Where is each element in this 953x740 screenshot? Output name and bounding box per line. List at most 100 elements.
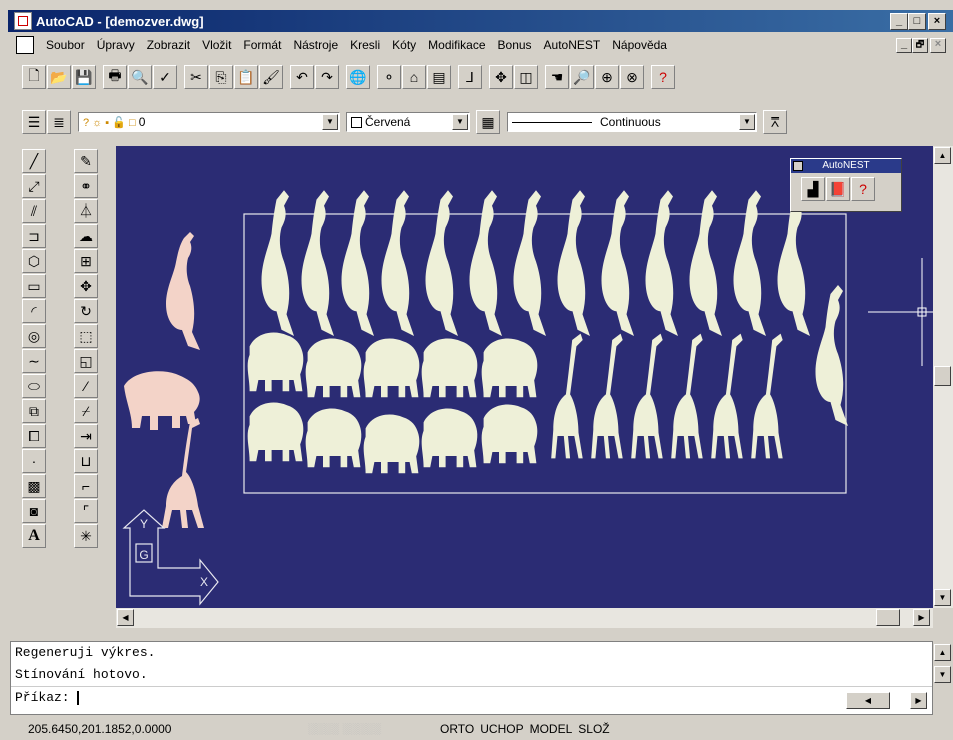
menu-koty[interactable]: Kóty [386, 38, 422, 52]
offset-icon[interactable]: ☁ [74, 224, 98, 248]
snap-grid-icon[interactable]: ▤ [427, 65, 451, 89]
polygon-icon[interactable]: ⬡ [22, 249, 46, 273]
multiline-icon[interactable]: ⫽ [22, 199, 46, 223]
linetype-dropdown-icon[interactable]: ▼ [739, 114, 755, 130]
pan-hand-icon[interactable]: ☚ [545, 65, 569, 89]
scroll-down-icon[interactable]: ▼ [934, 589, 951, 606]
spell-check-icon[interactable]: ✓ [153, 65, 177, 89]
status-model[interactable]: MODEL [530, 722, 573, 736]
copy-icon[interactable]: ⎘ [209, 65, 233, 89]
insert-block-icon[interactable]: ⧉ [22, 399, 46, 423]
close-button[interactable]: × [928, 13, 946, 30]
print-icon[interactable]: 🖶 [103, 65, 127, 89]
doc-close-button[interactable]: × [930, 38, 946, 53]
autonest-panel-title[interactable]: AutoNEST [791, 159, 901, 173]
break-icon[interactable]: ⊔ [74, 449, 98, 473]
doc-restore-button[interactable]: 🗗 [912, 38, 928, 53]
make-block-icon[interactable]: ⧠ [22, 424, 46, 448]
status-uchop[interactable]: UCHOP [480, 722, 523, 736]
help-icon[interactable]: ? [651, 65, 675, 89]
array-icon[interactable]: ⊞ [74, 249, 98, 273]
status-sloz[interactable]: SLOŽ [578, 722, 609, 736]
scroll-right-icon[interactable]: ▶ [913, 609, 930, 626]
menu-bonus[interactable]: Bonus [492, 38, 538, 52]
mirror-icon[interactable]: ⏃ [74, 199, 98, 223]
linetype-combo[interactable]: Continuous ▼ [507, 112, 757, 132]
fillet-icon[interactable]: ⌜ [74, 499, 98, 523]
horizontal-scrollbar[interactable]: ◀ ▶ [116, 608, 933, 628]
save-disk-icon[interactable]: 💾 [72, 65, 96, 89]
cut-scissors-icon[interactable]: ✂ [184, 65, 208, 89]
cmd-scroll-left-icon[interactable]: ◀ [846, 692, 890, 709]
rotate-icon[interactable]: ↻ [74, 299, 98, 323]
construction-line-icon[interactable]: ⤢ [22, 174, 46, 198]
command-prompt-line[interactable]: Příkaz: [11, 686, 932, 709]
chamfer-icon[interactable]: ⌐ [74, 474, 98, 498]
rectangle-icon[interactable]: ▭ [22, 274, 46, 298]
menu-nastroje[interactable]: Nástroje [287, 38, 344, 52]
autocad-app-icon[interactable] [14, 12, 32, 30]
pan-realtime-icon[interactable]: ✥ [489, 65, 513, 89]
spline-icon[interactable]: ∼ [22, 349, 46, 373]
autonest-help-icon[interactable]: ? [851, 177, 875, 201]
ucs-icon[interactable]: ⅃ [458, 65, 482, 89]
layers-icon[interactable]: ☰ [22, 110, 46, 134]
autonest-nest-icon[interactable]: ▟ [801, 177, 825, 201]
menu-modifikace[interactable]: Modifikace [422, 38, 491, 52]
command-window[interactable]: Regeneruji výkres. Stínování hotovo. Pří… [10, 641, 933, 715]
drawing-canvas[interactable]: Y G X [116, 146, 933, 608]
lineweight-icon[interactable]: ⩞ [763, 110, 787, 134]
aerial-view-icon[interactable]: ◫ [514, 65, 538, 89]
linetype-icon[interactable]: ▦ [476, 110, 500, 134]
menu-upravy[interactable]: Úpravy [91, 38, 141, 52]
menu-napoveda[interactable]: Nápověda [606, 38, 673, 52]
move-icon[interactable]: ✥ [74, 274, 98, 298]
scale-icon[interactable]: ⬚ [74, 324, 98, 348]
status-orto[interactable]: ORTO [440, 722, 474, 736]
maximize-button[interactable]: □ [908, 13, 926, 30]
menu-autonest[interactable]: AutoNEST [538, 38, 607, 52]
layer-combo[interactable]: ? ☼ ▪ 🔓 □ 0 ▼ [78, 112, 340, 132]
color-dropdown-icon[interactable]: ▼ [452, 114, 468, 130]
menu-zobrazit[interactable]: Zobrazit [141, 38, 196, 52]
hatch-icon[interactable]: ▩ [22, 474, 46, 498]
open-folder-icon[interactable]: 📂 [47, 65, 71, 89]
trim-icon[interactable]: ⌿ [74, 399, 98, 423]
hyperlink-globe-icon[interactable]: 🌐 [346, 65, 370, 89]
new-file-icon[interactable]: 🗋 [22, 65, 46, 89]
explode-icon[interactable]: ✳ [74, 524, 98, 548]
match-properties-brush-icon[interactable]: 🖌 [259, 65, 283, 89]
menu-vlozit[interactable]: Vložit [196, 38, 237, 52]
zoom-realtime-icon[interactable]: 🔎 [570, 65, 594, 89]
print-preview-icon[interactable]: 🔍 [128, 65, 152, 89]
arc-icon[interactable]: ◜ [22, 299, 46, 323]
minimize-button[interactable]: _ [890, 13, 908, 30]
undo-icon[interactable]: ↶ [290, 65, 314, 89]
autonest-toolbar-panel[interactable]: AutoNEST ▟ 📕 ? [790, 158, 902, 212]
ellipse-icon[interactable]: ⬭ [22, 374, 46, 398]
layer-dropdown-icon[interactable]: ▼ [322, 114, 338, 130]
doc-minimize-button[interactable]: _ [896, 38, 912, 53]
region-icon[interactable]: ◙ [22, 499, 46, 523]
copy-object-icon[interactable]: ⚭ [74, 174, 98, 198]
multiline-text-icon[interactable]: A [22, 524, 46, 548]
cmd-scroll-right-icon[interactable]: ▶ [910, 692, 927, 709]
object-snap-icon[interactable]: ⚬ [377, 65, 401, 89]
document-icon[interactable] [16, 36, 34, 54]
menu-kresli[interactable]: Kresli [344, 38, 386, 52]
color-combo[interactable]: Červená ▼ [346, 112, 470, 132]
erase-icon[interactable]: ✎ [74, 149, 98, 173]
vertical-scrollbar[interactable]: ▲ ▼ [933, 146, 953, 608]
scroll-left-icon[interactable]: ◀ [117, 609, 134, 626]
menu-format[interactable]: Formát [237, 38, 287, 52]
horizontal-scroll-thumb[interactable] [876, 609, 900, 626]
cmd-scroll-down-icon[interactable]: ▼ [934, 666, 951, 683]
source-giraffe[interactable] [162, 418, 204, 528]
vertical-scroll-thumb[interactable] [934, 366, 951, 386]
source-elephant[interactable] [124, 371, 200, 430]
menu-soubor[interactable]: Soubor [40, 38, 91, 52]
redo-icon[interactable]: ↷ [315, 65, 339, 89]
zoom-window-icon[interactable]: ⊕ [595, 65, 619, 89]
point-icon[interactable]: · [22, 449, 46, 473]
line-icon[interactable]: ╱ [22, 149, 46, 173]
